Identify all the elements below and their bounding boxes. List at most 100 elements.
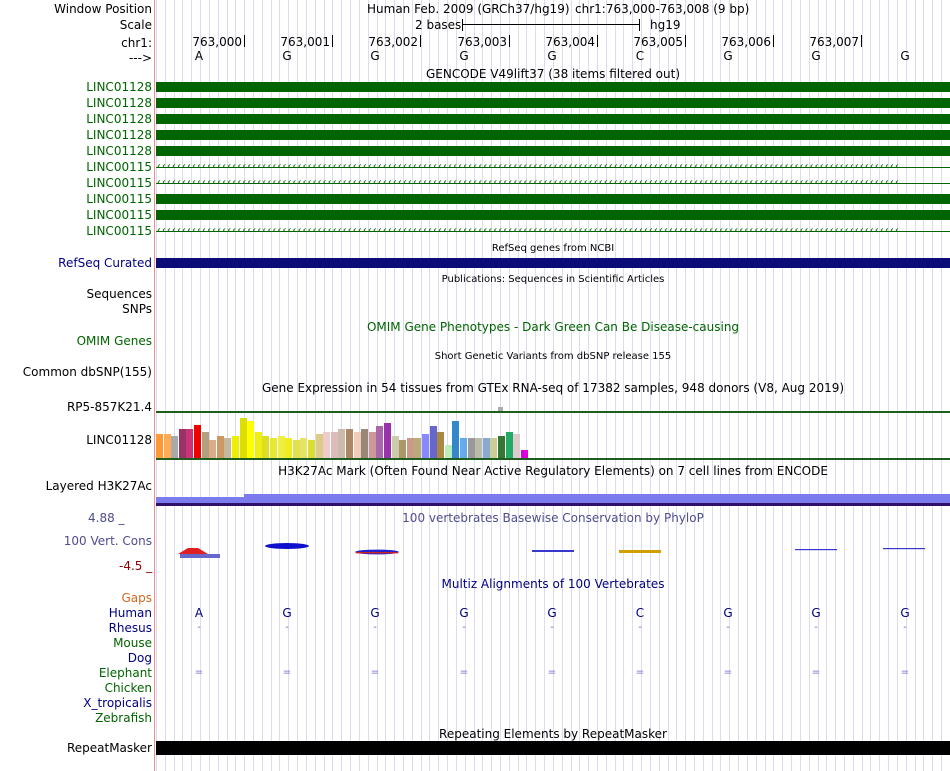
- gtex-tissue-bar[interactable]: [376, 426, 383, 458]
- omim-label[interactable]: OMIM Genes: [77, 334, 152, 348]
- gtex-tissue-bar[interactable]: [255, 432, 262, 458]
- gtex-tissue-bar[interactable]: [224, 438, 231, 458]
- gtex-tissue-bar[interactable]: [437, 432, 444, 458]
- multiz-row-label[interactable]: Human: [109, 606, 152, 620]
- gtex-tissue-bar[interactable]: [384, 423, 391, 458]
- gtex-tissue-bar[interactable]: [217, 436, 224, 458]
- refseq-bar[interactable]: [156, 258, 950, 268]
- gtex-tissue-bar[interactable]: [475, 438, 482, 458]
- gencode-row-label[interactable]: LINC01128: [86, 80, 152, 94]
- refseq-title[interactable]: RefSeq genes from NCBI: [156, 242, 950, 256]
- gene-bar[interactable]: [156, 114, 950, 124]
- gtex-tissue-bar[interactable]: [460, 438, 467, 458]
- gencode-row-label[interactable]: LINC01128: [86, 112, 152, 126]
- gtex-tissue-bar[interactable]: [156, 434, 163, 458]
- gencode-row-label[interactable]: LINC01128: [86, 96, 152, 110]
- phylop-title[interactable]: 100 vertebrates Basewise Conservation by…: [156, 511, 950, 525]
- gtex-tissue-bar[interactable]: [293, 440, 300, 458]
- multiz-row-label[interactable]: Rhesus: [109, 621, 152, 635]
- gencode-row-label[interactable]: LINC01128: [86, 128, 152, 142]
- gene-bar[interactable]: [156, 130, 950, 140]
- gtex-tissue-bar[interactable]: [414, 438, 421, 458]
- gtex-tissue-bar[interactable]: [445, 445, 452, 458]
- gtex-tissue-bar[interactable]: [346, 429, 353, 458]
- sequences-label[interactable]: Sequences: [87, 287, 152, 301]
- gencode-row-label[interactable]: LINC00115: [86, 208, 152, 222]
- gencode-row-label[interactable]: LINC00115: [86, 192, 152, 206]
- gene-arrow-line[interactable]: ‹‹‹‹‹‹‹‹‹‹‹‹‹‹‹‹‹‹‹‹‹‹‹‹‹‹‹‹‹‹‹‹‹‹‹‹‹‹‹‹…: [156, 162, 950, 172]
- gene-bar[interactable]: [156, 82, 950, 92]
- gencode-row-label[interactable]: LINC00115: [86, 224, 152, 238]
- gtex-tissue-bar[interactable]: [202, 432, 209, 458]
- repeatmasker-bar[interactable]: [156, 741, 950, 755]
- h3k27ac-label[interactable]: Layered H3K27Ac: [46, 479, 152, 493]
- gtex-tissue-bar[interactable]: [331, 432, 338, 458]
- gtex-tissue-bar[interactable]: [209, 440, 216, 458]
- gencode-row-label[interactable]: LINC00115: [86, 176, 152, 190]
- gtex-tissue-bar[interactable]: [323, 432, 330, 458]
- multiz-title[interactable]: Multiz Alignments of 100 Vertebrates: [156, 577, 950, 591]
- multiz-row-label[interactable]: Dog: [128, 651, 152, 665]
- gtex-tissue-bar[interactable]: [407, 438, 414, 458]
- gene-arrow-line[interactable]: ‹‹‹‹‹‹‹‹‹‹‹‹‹‹‹‹‹‹‹‹‹‹‹‹‹‹‹‹‹‹‹‹‹‹‹‹‹‹‹‹…: [156, 178, 950, 188]
- multiz-row-label[interactable]: Zebrafish: [95, 711, 152, 725]
- gtex-tissue-bar[interactable]: [194, 425, 201, 458]
- assembly-text[interactable]: Human Feb. 2009 (GRCh37/hg19): [367, 2, 570, 16]
- gencode-title[interactable]: GENCODE V49lift37 (38 items filtered out…: [156, 67, 950, 81]
- gtex-tissue-bar[interactable]: [316, 434, 323, 458]
- multiz-row-label[interactable]: Gaps: [121, 591, 152, 605]
- gtex-tissue-bar[interactable]: [521, 450, 528, 458]
- repeatmasker-title[interactable]: Repeating Elements by RepeatMasker: [156, 727, 950, 741]
- gtex-tissue-bar[interactable]: [513, 434, 520, 458]
- gtex-tissue-bar[interactable]: [285, 438, 292, 458]
- gencode-row-label[interactable]: LINC01128: [86, 144, 152, 158]
- gtex-tissue-bar[interactable]: [171, 436, 178, 458]
- gtex-tissue-bar[interactable]: [399, 440, 406, 458]
- multiz-row-label[interactable]: Mouse: [113, 636, 152, 650]
- refseq-label[interactable]: RefSeq Curated: [58, 256, 152, 270]
- gtex-title[interactable]: Gene Expression in 54 tissues from GTEx …: [156, 381, 950, 395]
- repeatmasker-label[interactable]: RepeatMasker: [67, 741, 152, 755]
- h3k27ac-title[interactable]: H3K27Ac Mark (Often Found Near Active Re…: [156, 464, 950, 478]
- gtex-tissue-bar[interactable]: [270, 438, 277, 458]
- gtex-tissue-bar[interactable]: [232, 436, 239, 458]
- gtex-tissue-bar[interactable]: [179, 429, 186, 458]
- gtex-tissue-bar[interactable]: [369, 432, 376, 458]
- gtex-tissue-bar[interactable]: [490, 438, 497, 458]
- gtex-tissue-bar[interactable]: [300, 438, 307, 458]
- gtex-tissue-bar[interactable]: [186, 429, 193, 458]
- position-text[interactable]: chr1:763,000-763,008 (9 bp): [575, 2, 749, 16]
- dbsnp-label[interactable]: Common dbSNP(155): [23, 365, 152, 379]
- gtex-tissue-bar[interactable]: [468, 438, 475, 458]
- gtex-tissue-bar[interactable]: [483, 438, 490, 458]
- gtex-tissue-bar[interactable]: [361, 429, 368, 458]
- gtex-tissue-bar[interactable]: [262, 436, 269, 458]
- gtex-tissue-bar[interactable]: [164, 434, 171, 458]
- gtex-tissue-bar[interactable]: [247, 421, 254, 458]
- gtex-tissue-bar[interactable]: [452, 421, 459, 458]
- gtex-tissue-bar[interactable]: [498, 436, 505, 458]
- multiz-row-label[interactable]: Elephant: [99, 666, 152, 680]
- gtex-tissue-bar[interactable]: [422, 434, 429, 458]
- gene-bar[interactable]: [156, 194, 950, 204]
- dbsnp-title[interactable]: Short Genetic Variants from dbSNP releas…: [156, 350, 950, 364]
- gtex-tissue-bar[interactable]: [392, 436, 399, 458]
- multiz-row-label[interactable]: X_tropicalis: [83, 696, 152, 710]
- gene-bar[interactable]: [156, 146, 950, 156]
- gene-arrow-line[interactable]: ‹‹‹‹‹‹‹‹‹‹‹‹‹‹‹‹‹‹‹‹‹‹‹‹‹‹‹‹‹‹‹‹‹‹‹‹‹‹‹‹…: [156, 226, 950, 236]
- omim-title[interactable]: OMIM Gene Phenotypes - Dark Green Can Be…: [156, 320, 950, 334]
- gtex-label-main[interactable]: LINC01128: [86, 433, 152, 447]
- gene-bar[interactable]: [156, 98, 950, 108]
- gtex-bar-chart[interactable]: [156, 414, 950, 458]
- publications-title[interactable]: Publications: Sequences in Scientific Ar…: [156, 273, 950, 287]
- gtex-tissue-bar[interactable]: [354, 432, 361, 458]
- gtex-tissue-bar[interactable]: [240, 418, 247, 458]
- gtex-tissue-bar[interactable]: [308, 440, 315, 458]
- gtex-tissue-bar[interactable]: [338, 429, 345, 458]
- gtex-tissue-bar[interactable]: [278, 436, 285, 458]
- gencode-row-label[interactable]: LINC00115: [86, 160, 152, 174]
- gtex-tissue-bar[interactable]: [430, 426, 437, 458]
- gene-bar[interactable]: [156, 210, 950, 220]
- phylop-label[interactable]: 100 Vert. Cons: [64, 534, 152, 548]
- gtex-label-top[interactable]: RP5-857K21.4: [67, 400, 152, 414]
